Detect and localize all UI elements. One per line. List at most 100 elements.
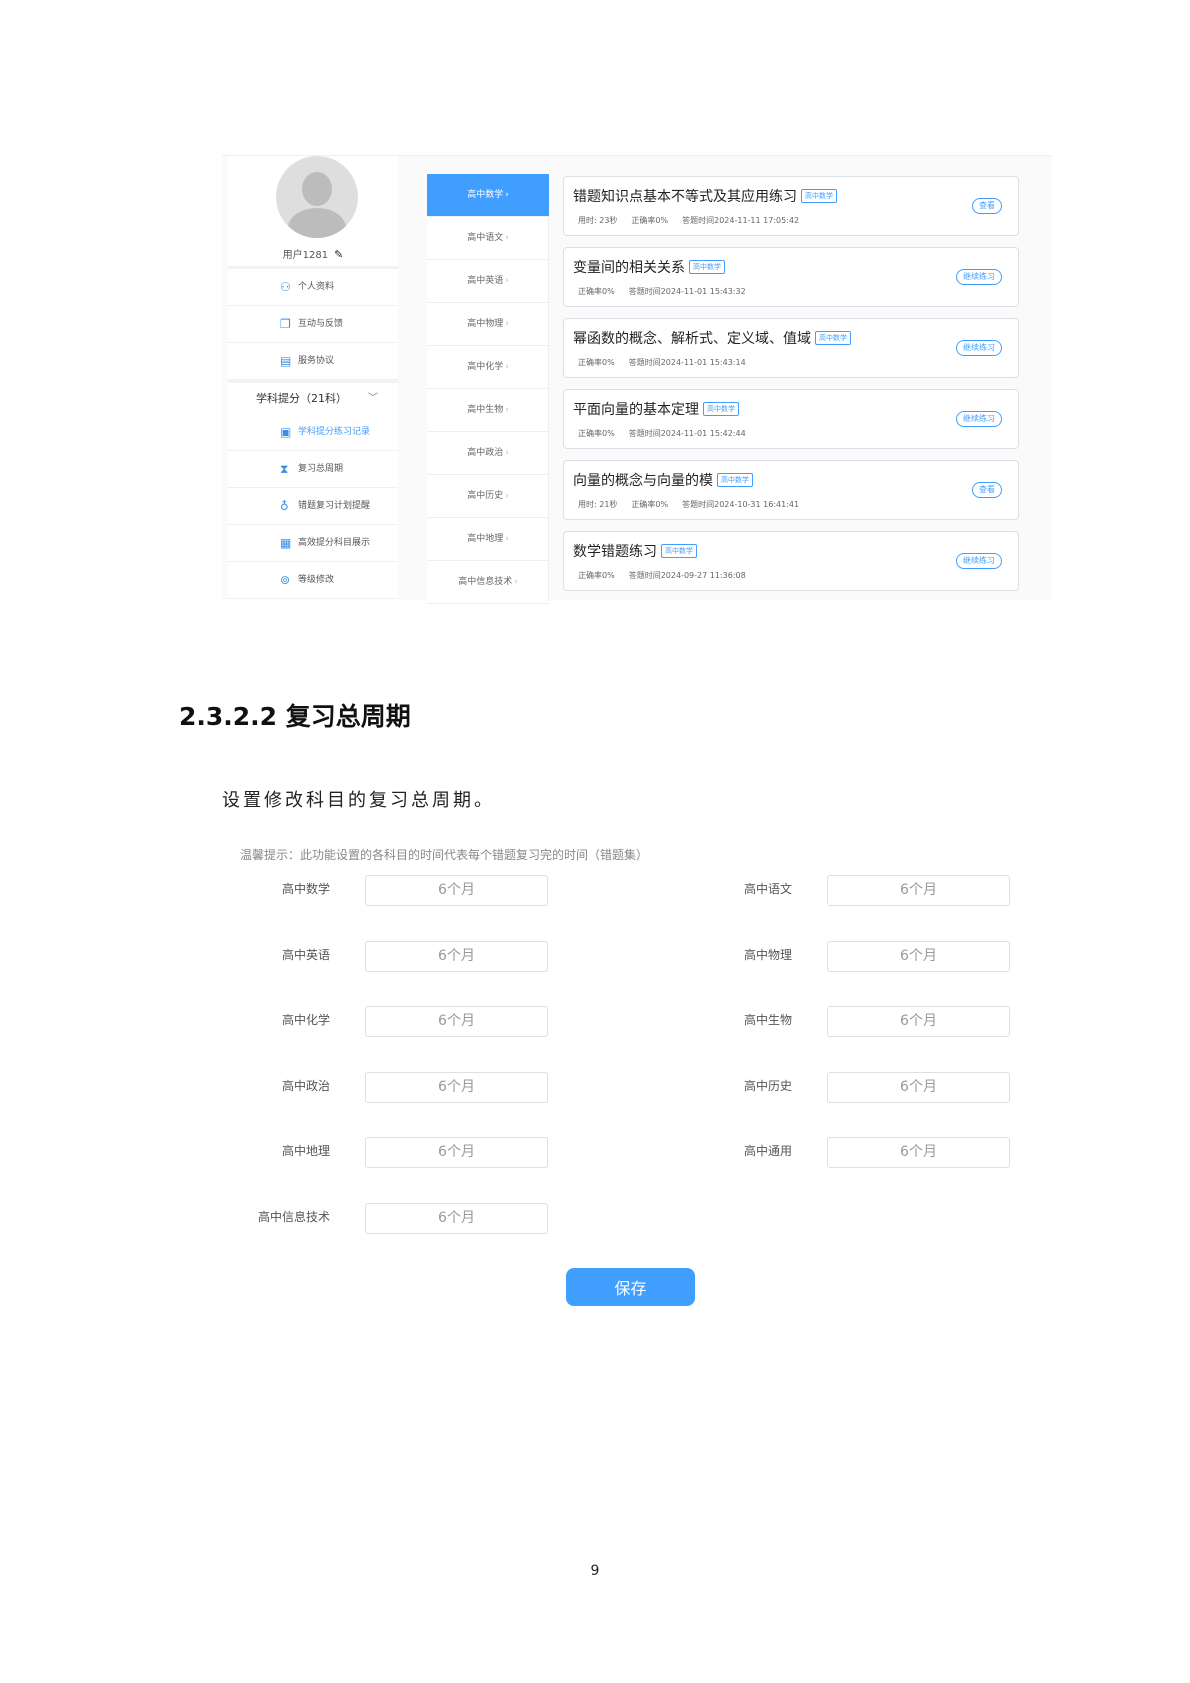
record-title: 幂函数的概念、解析式、定义域、值域 xyxy=(573,331,811,347)
field-label: 高中生物 xyxy=(743,1013,792,1027)
field-label: 高中数学 xyxy=(281,882,330,896)
subject-label: 高中化学 xyxy=(467,362,504,372)
document-icon: ▤ xyxy=(280,354,292,368)
menu-item-profile[interactable]: ⚇ 个人资料 xyxy=(228,269,398,306)
field-label: 高中物理 xyxy=(743,948,792,962)
record-duration: 用时: 23秒 xyxy=(578,216,618,225)
chevron-right-icon: › xyxy=(505,362,509,372)
menu-item-label: 个人资料 xyxy=(298,282,335,292)
continue-practice-button[interactable]: 继续练习 xyxy=(956,340,1002,356)
subject-tab[interactable]: 高中地理 › xyxy=(427,518,549,561)
practice-record-card[interactable]: 数学错题练习 高中数学 正确率0% 答题时间2024-09-27 11:36:08 … xyxy=(563,531,1019,591)
edit-pen-icon[interactable]: ✎ xyxy=(334,248,343,261)
menu-item-label: 高效提分科目展示 xyxy=(298,538,371,548)
cycle-input-biology[interactable]: 6个月 xyxy=(827,1006,1010,1037)
avatar[interactable] xyxy=(276,156,358,238)
record-icon: ▣ xyxy=(280,425,292,439)
record-duration: 用时: 21秒 xyxy=(578,500,618,509)
chevron-down-icon: ﹀ xyxy=(368,393,378,404)
subject-tab[interactable]: 高中政治 › xyxy=(427,432,549,475)
subject-label: 高中生物 xyxy=(467,405,504,415)
subject-label: 高中地理 xyxy=(467,534,504,544)
subject-tab[interactable]: 高中英语 › xyxy=(427,260,549,303)
cycle-input-geography[interactable]: 6个月 xyxy=(365,1137,548,1168)
menu-item-review-cycle[interactable]: ⧗ 复习总周期 xyxy=(228,451,398,488)
field-label: 高中信息技术 xyxy=(257,1210,330,1224)
record-title: 错题知识点基本不等式及其应用练习 xyxy=(573,189,797,205)
menu-item-label: 等级修改 xyxy=(298,575,335,585)
menu-item-agreement[interactable]: ▤ 服务协议 xyxy=(228,343,398,380)
subject-tag: 高中数学 xyxy=(661,544,697,558)
cycle-input-chinese[interactable]: 6个月 xyxy=(827,875,1010,906)
subject-label: 高中语文 xyxy=(467,233,504,243)
practice-record-card[interactable]: 向量的概念与向量的模 高中数学 用时: 21秒 正确率0% 答题时间2024-10-3… xyxy=(563,460,1019,520)
chevron-right-icon: › xyxy=(505,190,509,200)
menu-item-label: 互动与反馈 xyxy=(298,319,344,329)
section-heading: 2.3.2.2 复习总周期 xyxy=(179,702,411,731)
divider xyxy=(228,380,398,383)
subject-tab[interactable]: 高中数学 › xyxy=(427,174,549,217)
chevron-right-icon: › xyxy=(505,233,509,243)
cycle-input-politics[interactable]: 6个月 xyxy=(365,1072,548,1103)
practice-record-card[interactable]: 错题知识点基本不等式及其应用练习 高中数学 用时: 23秒 正确率0% 答题时间202… xyxy=(563,176,1019,236)
subject-label: 高中物理 xyxy=(467,319,504,329)
field-label: 高中语文 xyxy=(743,882,792,896)
field-label: 高中历史 xyxy=(743,1079,792,1093)
cycle-input-math[interactable]: 6个月 xyxy=(365,875,548,906)
record-time: 答题时间2024-11-11 17:05:42 xyxy=(682,216,800,225)
subject-tag: 高中数学 xyxy=(717,473,753,487)
record-time: 答题时间2024-11-01 15:43:32 xyxy=(628,287,746,296)
menu-item-grade-edit[interactable]: ⊚ 等级修改 xyxy=(228,562,398,599)
cycle-input-chemistry[interactable]: 6个月 xyxy=(365,1006,548,1037)
subject-tag: 高中数学 xyxy=(801,189,837,203)
menu-item-subject-display[interactable]: ▦ 高效提分科目展示 xyxy=(228,525,398,562)
menu-group-subject-boost[interactable]: 学科提分（21科） ﹀ xyxy=(228,384,398,414)
menu-item-label: 服务协议 xyxy=(298,356,335,366)
record-title: 平面向量的基本定理 xyxy=(573,402,699,418)
record-accuracy: 正确率0% xyxy=(631,216,669,225)
bell-icon: ♁ xyxy=(280,499,289,513)
practice-record-card[interactable]: 变量间的相关关系 高中数学 正确率0% 答题时间2024-11-01 15:43:3… xyxy=(563,247,1019,307)
cycle-input-info-tech[interactable]: 6个月 xyxy=(365,1203,548,1234)
subject-tab[interactable]: 高中语文 › xyxy=(427,217,549,260)
field-label: 高中通用 xyxy=(743,1144,792,1158)
continue-practice-button[interactable]: 继续练习 xyxy=(956,269,1002,285)
username-row: 用户1281 ✎ xyxy=(228,246,398,261)
menu-item-feedback[interactable]: ❐ 互动与反馈 xyxy=(228,306,398,343)
username: 用户1281 xyxy=(282,250,329,261)
subject-tab[interactable]: 高中历史 › xyxy=(427,475,549,518)
cycle-input-general-tech[interactable]: 6个月 xyxy=(827,1137,1010,1168)
subject-label: 高中英语 xyxy=(467,276,504,286)
subject-list: 高中数学 › 高中语文 › 高中英语 › 高中物理 › 高中化学 › 高中生物 › 高中政治… xyxy=(427,174,549,604)
practice-record-card[interactable]: 幂函数的概念、解析式、定义域、值域 高中数学 正确率0% 答题时间2024-11-0… xyxy=(563,318,1019,378)
save-button[interactable]: 保存 xyxy=(566,1268,695,1306)
continue-practice-button[interactable]: 继续练习 xyxy=(956,411,1002,427)
menu-group-label: 学科提分（21科） xyxy=(256,392,347,405)
cycle-input-history[interactable]: 6个月 xyxy=(827,1072,1010,1103)
menu-item-review-reminder[interactable]: ♁ 错题复习计划提醒 xyxy=(228,488,398,525)
record-accuracy: 正确率0% xyxy=(578,429,615,438)
record-accuracy: 正确率0% xyxy=(578,358,615,367)
chevron-right-icon: › xyxy=(505,405,509,415)
cycle-input-english[interactable]: 6个月 xyxy=(365,941,548,972)
continue-practice-button[interactable]: 继续练习 xyxy=(956,553,1002,569)
cycle-input-physics[interactable]: 6个月 xyxy=(827,941,1010,972)
chevron-right-icon: › xyxy=(505,534,509,544)
chevron-right-icon: › xyxy=(514,577,518,587)
subject-tab[interactable]: 高中生物 › xyxy=(427,389,549,432)
subject-tag: 高中数学 xyxy=(815,331,851,345)
subject-label: 高中历史 xyxy=(467,491,504,501)
record-time: 答题时间2024-10-31 16:41:41 xyxy=(682,500,800,509)
menu-item-label: 错题复习计划提醒 xyxy=(298,501,371,511)
view-button[interactable]: 查看 xyxy=(972,482,1002,498)
subject-tab[interactable]: 高中信息技术 › xyxy=(427,561,549,604)
subject-tab[interactable]: 高中物理 › xyxy=(427,303,549,346)
practice-record-card[interactable]: 平面向量的基本定理 高中数学 正确率0% 答题时间2024-11-01 15:42:… xyxy=(563,389,1019,449)
view-button[interactable]: 查看 xyxy=(972,198,1002,214)
chevron-right-icon: › xyxy=(505,276,509,286)
record-time: 答题时间2024-11-01 15:43:14 xyxy=(628,358,746,367)
display-icon: ▦ xyxy=(280,536,292,550)
menu-item-practice-record[interactable]: ▣ 学科提分练习记录 xyxy=(228,414,398,451)
subject-tab[interactable]: 高中化学 › xyxy=(427,346,549,389)
subject-tag: 高中数学 xyxy=(689,260,725,274)
